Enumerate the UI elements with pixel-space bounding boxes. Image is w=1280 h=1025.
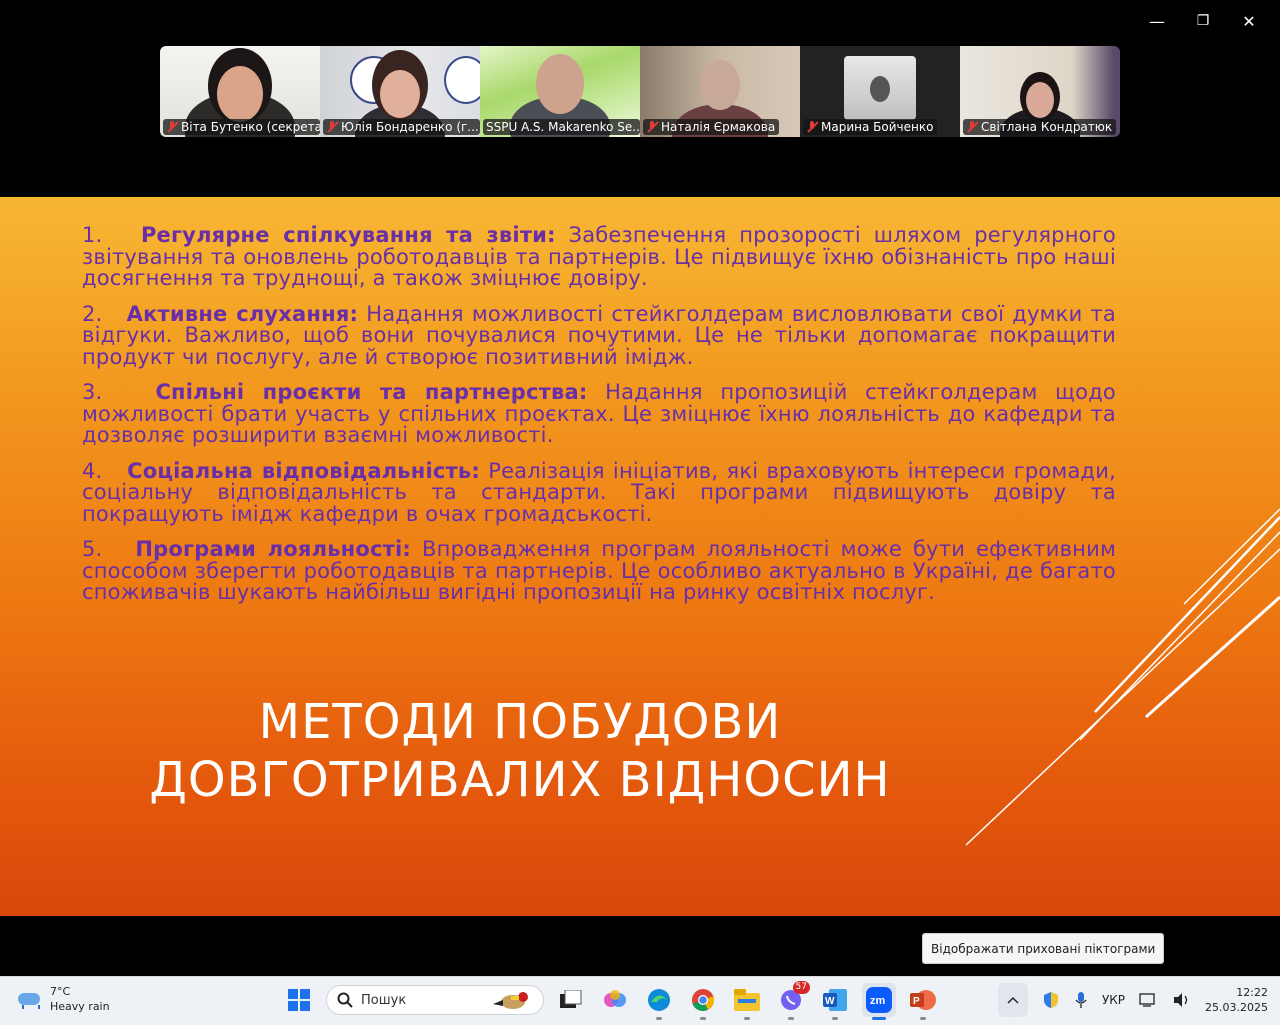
- powerpoint-icon: P: [910, 990, 936, 1010]
- running-indicator: [744, 1017, 750, 1020]
- taskbar: 7°C Heavy rain Пошук 57 W zm P УКР 12:22…: [0, 976, 1280, 1025]
- slide-title-line-1: МЕТОДИ ПОБУДОВИ: [258, 694, 782, 750]
- weather-desc: Heavy rain: [50, 1000, 110, 1013]
- participant-name: Наталія Єрмакова: [643, 119, 780, 135]
- edge-icon: [648, 989, 670, 1011]
- participant-name: Юлія Бондаренко (г...: [323, 119, 480, 135]
- slide-item: 1. Регулярне спілкування та звіти: Забез…: [82, 223, 1116, 290]
- slide-item: 5. Програми лояльності: Впровадження про…: [82, 537, 1116, 604]
- zoom-button[interactable]: zm: [862, 983, 896, 1020]
- volume-icon[interactable]: [1173, 992, 1191, 1008]
- close-button[interactable]: ✕: [1226, 8, 1272, 34]
- svg-text:zm: zm: [870, 995, 886, 1007]
- edge-button[interactable]: [642, 983, 676, 1020]
- notification-badge: 57: [792, 981, 810, 994]
- slide-body: 1. Регулярне спілкування та звіти: Забез…: [82, 223, 1116, 618]
- weather-temp: 7°C: [50, 985, 71, 998]
- folder-icon: [734, 989, 760, 1011]
- network-icon[interactable]: [1139, 992, 1159, 1008]
- slide-item: 3. Спільні проєкти та партнерства: Надан…: [82, 380, 1116, 447]
- slide-title: МЕТОДИ ПОБУДОВИ ДОВГОТРИВАЛИХ ВІДНОСИН: [140, 693, 900, 809]
- weather-widget[interactable]: 7°C Heavy rain: [16, 984, 110, 1014]
- language-indicator[interactable]: УКР: [1102, 993, 1125, 1007]
- running-indicator: [656, 1017, 662, 1020]
- show-hidden-icons-button[interactable]: [997, 983, 1028, 1017]
- restore-button[interactable]: ❐: [1180, 8, 1226, 34]
- word-button[interactable]: W: [818, 983, 852, 1020]
- search-placeholder: Пошук: [361, 992, 407, 1008]
- mic-muted-icon: [646, 121, 658, 133]
- participant-name: Марина Бойченко: [803, 119, 938, 135]
- participant-name: SSPU A.S. Makarenko Se...: [483, 119, 640, 135]
- minimize-button[interactable]: —: [1134, 8, 1180, 34]
- participant-tile-active-speaker[interactable]: SSPU A.S. Makarenko Se...: [480, 46, 640, 137]
- chrome-icon: [692, 989, 715, 1011]
- running-indicator: [920, 1017, 926, 1020]
- participant-tile[interactable]: Віта Бутенко (секрета...: [160, 46, 320, 137]
- copilot-icon: [604, 990, 626, 1007]
- bird-icon: [493, 992, 528, 1009]
- running-indicator: [700, 1017, 706, 1020]
- participant-name: Віта Бутенко (секрета...: [163, 119, 320, 135]
- word-icon: W: [823, 989, 847, 1011]
- microphone-icon[interactable]: [1074, 991, 1088, 1009]
- participant-tile[interactable]: Юлія Бондаренко (г...: [320, 46, 480, 137]
- mic-muted-icon: [806, 121, 818, 133]
- system-tray: УКР 12:22 25.03.2025: [997, 983, 1268, 1017]
- chevron-up-icon: [1007, 996, 1019, 1004]
- mic-muted-icon: [166, 121, 178, 133]
- windows-logo-icon: [288, 989, 310, 1011]
- chrome-button[interactable]: [686, 983, 720, 1020]
- security-shield-icon[interactable]: [1042, 991, 1060, 1009]
- clock[interactable]: 12:22 25.03.2025: [1205, 985, 1268, 1015]
- taskbar-search[interactable]: Пошук: [326, 985, 544, 1015]
- search-icon: [337, 992, 353, 1008]
- participant-tile[interactable]: Марина Бойченко: [800, 46, 960, 137]
- shared-slide: 1. Регулярне спілкування та звіти: Забез…: [0, 197, 1280, 916]
- copilot-button[interactable]: [598, 983, 632, 1017]
- running-indicator: [788, 1017, 794, 1020]
- running-indicator: [832, 1017, 838, 1020]
- start-button[interactable]: [282, 983, 316, 1017]
- participant-name: Світлана Кондратюк: [963, 119, 1117, 135]
- mic-muted-icon: [326, 121, 338, 133]
- mic-muted-icon: [966, 121, 978, 133]
- clock-date: 25.03.2025: [1205, 1001, 1268, 1014]
- svg-text:W: W: [825, 996, 835, 1007]
- participant-tile[interactable]: Світлана Кондратюк: [960, 46, 1120, 137]
- participant-tile[interactable]: Наталія Єрмакова: [640, 46, 800, 137]
- window-controls: — ❐ ✕: [1134, 8, 1272, 34]
- slide-item: 4. Соціальна відповідальність: Реалізаці…: [82, 458, 1116, 526]
- tray-tooltip: Відображати приховані піктограми: [922, 933, 1165, 964]
- taskbar-apps: Пошук 57 W zm P: [282, 981, 940, 1020]
- powerpoint-button[interactable]: P: [906, 983, 940, 1020]
- zoom-icon: zm: [866, 987, 892, 1013]
- task-view-icon: [560, 990, 582, 1008]
- slide-title-line-2: ДОВГОТРИВАЛИХ ВІДНОСИН: [149, 752, 891, 808]
- rain-cloud-icon: [16, 989, 42, 1009]
- viber-button[interactable]: 57: [774, 981, 810, 1020]
- task-view-button[interactable]: [554, 983, 588, 1017]
- file-explorer-button[interactable]: [730, 983, 764, 1020]
- active-indicator: [872, 1017, 886, 1020]
- svg-text:P: P: [913, 996, 920, 1007]
- video-strip: Віта Бутенко (секрета... Юлія Бондаренко…: [160, 46, 1120, 137]
- slide-item: 2. Активне слухання: Надання можливості …: [82, 301, 1116, 369]
- clock-time: 12:22: [1236, 986, 1268, 999]
